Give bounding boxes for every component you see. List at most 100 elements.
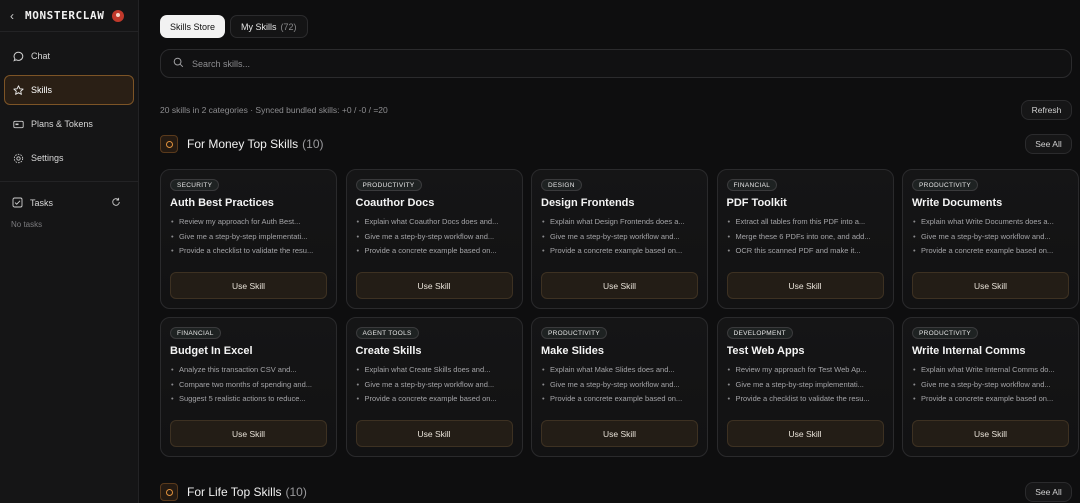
- search-input[interactable]: [192, 58, 1052, 69]
- use-skill-button[interactable]: Use Skill: [541, 420, 698, 447]
- tab-label: My Skills: [241, 21, 277, 32]
- use-skill-button[interactable]: Use Skill: [355, 272, 513, 299]
- tab-skills-store[interactable]: Skills Store: [160, 15, 226, 38]
- refresh-tasks-icon[interactable]: [111, 197, 121, 209]
- tab-label: Skills Store: [170, 21, 216, 32]
- empty-tasks-text: No tasks: [11, 220, 43, 229]
- see-all-button[interactable]: See All: [1025, 482, 1072, 502]
- category-badge: DESIGN: [541, 179, 582, 191]
- sidebar-item-plans[interactable]: Plans & Tokens: [4, 109, 134, 139]
- use-skill-button[interactable]: Use Skill: [912, 272, 1069, 299]
- category-badge: SECURITY: [170, 179, 220, 191]
- example-prompts-list: Review my approach for Auth Best...Give …: [170, 215, 327, 259]
- skill-card[interactable]: AGENT TOOLS Create Skills Explain what Cre…: [345, 317, 523, 457]
- category-badge: FINANCIAL: [726, 179, 778, 191]
- use-skill-button[interactable]: Use Skill: [170, 420, 327, 447]
- example-prompt: Give me a step-by-step implementati...: [727, 378, 884, 393]
- refresh-button[interactable]: Refresh: [1021, 100, 1072, 120]
- example-prompts-list: Explain what Create Skills does and...Gi…: [356, 363, 513, 407]
- category-badge: PRODUCTIVITY: [912, 327, 978, 339]
- skill-title: Test Web Apps: [726, 345, 805, 357]
- example-prompt: Give me a step-by-step workflow and...: [356, 378, 513, 393]
- example-prompt: Merge these 6 PDFs into one, and add...: [727, 230, 884, 245]
- tasks-label: Tasks: [30, 198, 54, 208]
- example-prompts-list: Explain what Coauthor Docs does and...Gi…: [356, 215, 513, 259]
- skill-title: Coauthor Docs: [355, 197, 435, 209]
- example-prompt: Give me a step-by-step workflow and...: [912, 378, 1069, 393]
- example-prompt: Review my approach for Auth Best...: [170, 215, 327, 230]
- sidebar-item-skills[interactable]: Skills: [4, 75, 134, 105]
- skill-card[interactable]: FINANCIAL PDF Toolkit Extract all tables f…: [716, 169, 894, 309]
- star-icon: [13, 84, 24, 96]
- example-prompt: Give me a step-by-step implementati...: [170, 230, 327, 245]
- category-badge: FINANCIAL: [170, 327, 221, 339]
- skill-title: Design Frontends: [541, 197, 635, 209]
- skills-grid: SECURITY Auth Best Practices Review my app…: [160, 169, 1080, 457]
- sidebar-item-label: Chat: [31, 51, 51, 61]
- skill-title: Auth Best Practices: [170, 197, 274, 209]
- skill-card[interactable]: PRODUCTIVITY Write Documents Explain what …: [902, 169, 1079, 309]
- sidebar-item-label: Settings: [31, 153, 64, 163]
- sidebar-item-settings[interactable]: Settings: [4, 143, 134, 173]
- search-icon: [173, 57, 184, 70]
- see-all-button[interactable]: See All: [1025, 134, 1072, 154]
- tasks-header: Tasks: [0, 188, 138, 218]
- category-badge: AGENT TOOLS: [355, 327, 419, 339]
- example-prompt: Give me a step-by-step workflow and...: [912, 230, 1069, 245]
- skill-card[interactable]: FINANCIAL Budget In Excel Analyze this tra…: [160, 317, 337, 457]
- skill-title: Create Skills: [355, 345, 422, 357]
- skill-card[interactable]: PRODUCTIVITY Coauthor Docs Explain what Co…: [345, 169, 523, 309]
- example-prompt: Review my approach for Test Web Ap...: [727, 363, 884, 378]
- use-skill-button[interactable]: Use Skill: [170, 272, 327, 299]
- use-skill-button[interactable]: Use Skill: [541, 272, 698, 299]
- gear-icon: [13, 153, 24, 164]
- card-icon: [13, 119, 24, 130]
- use-skill-button[interactable]: Use Skill: [726, 272, 884, 299]
- sidebar-item-label: Skills: [31, 85, 53, 95]
- section-circle-icon: [160, 483, 178, 501]
- example-prompt: Explain what Coauthor Docs does and...: [356, 215, 513, 230]
- category-badge: PRODUCTIVITY: [541, 327, 607, 339]
- example-prompt: Suggest 5 realistic actions to reduce...: [170, 392, 327, 407]
- sidebar-item-label: Plans & Tokens: [31, 119, 93, 129]
- skill-card[interactable]: PRODUCTIVITY Make Slides Explain what Make…: [531, 317, 708, 457]
- example-prompt: Provide a checklist to validate the resu…: [170, 244, 327, 259]
- skill-card[interactable]: SECURITY Auth Best Practices Review my app…: [160, 169, 337, 309]
- chat-bubble-icon: [13, 51, 24, 62]
- example-prompt: Provide a concrete example based on...: [912, 244, 1069, 259]
- tab-my-skills[interactable]: My Skills (72): [230, 15, 308, 38]
- example-prompt: Give me a step-by-step workflow and...: [541, 378, 698, 393]
- use-skill-button[interactable]: Use Skill: [726, 420, 884, 447]
- sync-status-text: 20 skills in 2 categories · Synced bundl…: [160, 105, 388, 115]
- example-prompt: Explain what Write Documents does a...: [912, 215, 1069, 230]
- skill-title: PDF Toolkit: [726, 197, 787, 209]
- skill-title: Budget In Excel: [170, 345, 253, 357]
- use-skill-button[interactable]: Use Skill: [355, 420, 513, 447]
- example-prompts-list: Explain what Write Internal Comms do...G…: [912, 363, 1069, 407]
- example-prompt: Extract all tables from this PDF into a.…: [727, 215, 884, 230]
- skill-card[interactable]: PRODUCTIVITY Write Internal Comms Explain …: [902, 317, 1079, 457]
- category-badge: PRODUCTIVITY: [355, 179, 422, 191]
- use-skill-button[interactable]: Use Skill: [912, 420, 1069, 447]
- sidebar-nav: Chat Skills Plans & Tokens Settings: [0, 32, 138, 173]
- example-prompt: Give me a step-by-step workflow and...: [356, 230, 513, 245]
- example-prompt: Provide a concrete example based on...: [912, 392, 1069, 407]
- example-prompt: Analyze this transaction CSV and...: [170, 363, 327, 378]
- example-prompt: Explain what Design Frontends does a...: [541, 215, 698, 230]
- search-bar[interactable]: [160, 49, 1072, 78]
- example-prompt: Explain what Make Slides does and...: [541, 363, 698, 378]
- skill-title: Make Slides: [541, 345, 604, 357]
- example-prompt: Provide a checklist to validate the resu…: [727, 392, 884, 407]
- sidebar-item-chat[interactable]: Chat: [4, 41, 134, 71]
- tab-bar: Skills Store My Skills (72): [160, 15, 308, 38]
- section-count: (10): [302, 137, 324, 151]
- skill-card[interactable]: DEVELOPMENT Test Web Apps Review my approa…: [716, 317, 894, 457]
- skill-card[interactable]: DESIGN Design Frontends Explain what Desig…: [531, 169, 708, 309]
- mascot-icon: [112, 9, 125, 22]
- example-prompt: Explain what Write Internal Comms do...: [912, 363, 1069, 378]
- example-prompts-list: Analyze this transaction CSV and...Compa…: [170, 363, 327, 407]
- example-prompt: Provide a concrete example based on...: [356, 392, 513, 407]
- brand-bar: ‹ MONSTERCLAW: [0, 0, 138, 32]
- back-chevron-icon[interactable]: ‹: [10, 9, 22, 23]
- skill-title: Write Internal Comms: [912, 345, 1026, 357]
